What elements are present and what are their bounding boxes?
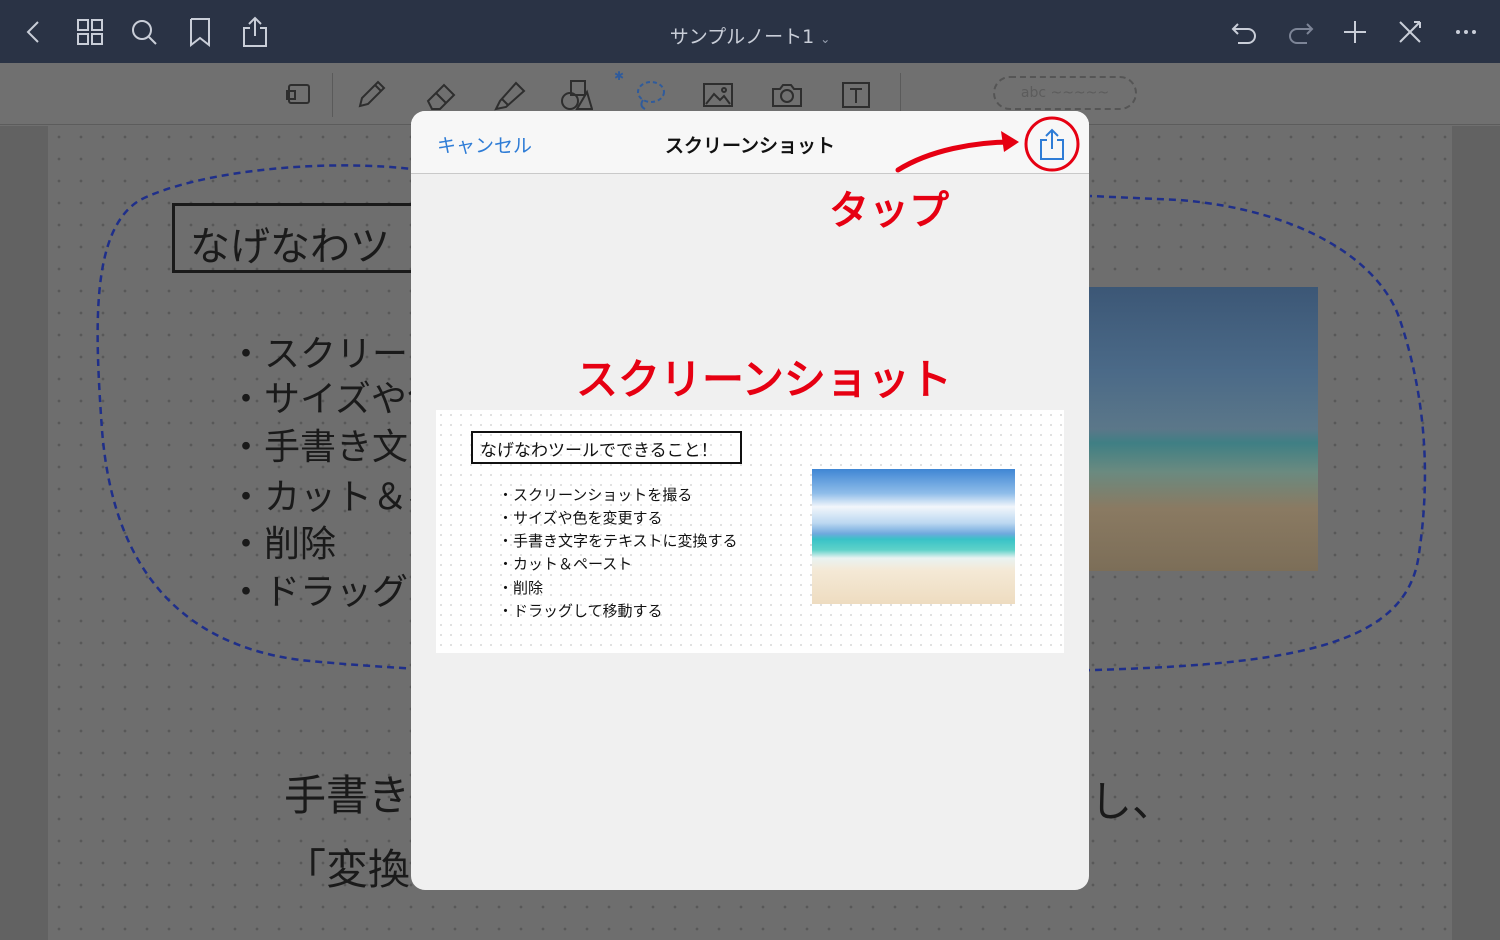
tap-annotation-arrow [895, 116, 1080, 173]
share-highlight-circle [1024, 116, 1080, 172]
arrow-head-icon [1001, 131, 1019, 152]
tap-annotation-label: タップ [829, 188, 949, 234]
screenshot-annotation-label: スクリーンショット [576, 355, 952, 404]
